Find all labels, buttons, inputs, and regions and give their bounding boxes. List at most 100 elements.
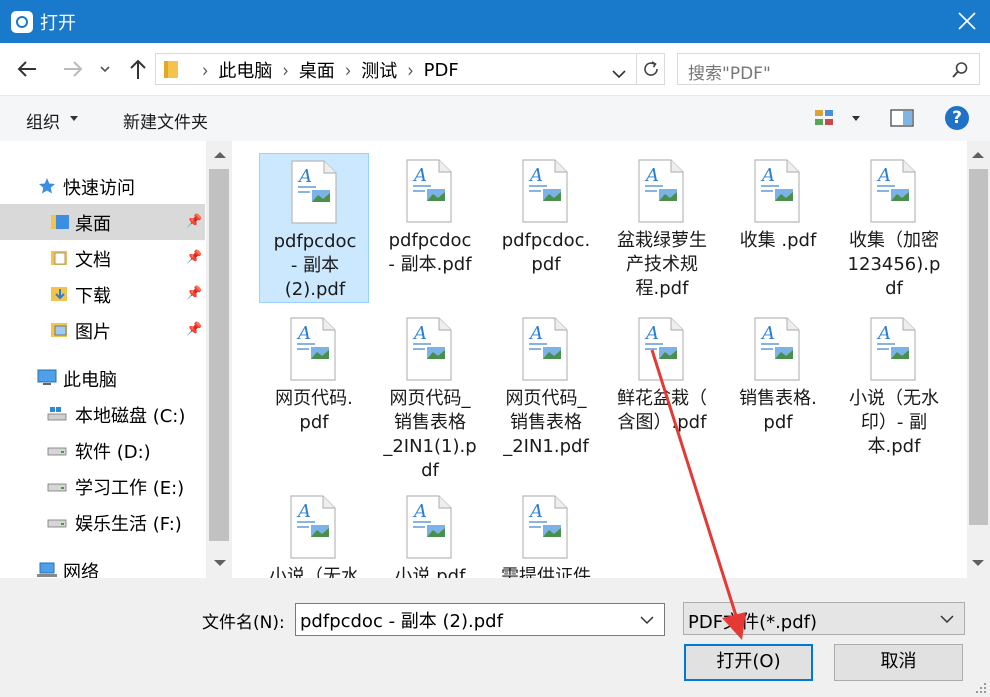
pin-icon: 📌 <box>186 214 203 229</box>
preview-pane-button[interactable] <box>890 108 914 132</box>
cancel-button[interactable]: 取消 <box>834 644 963 681</box>
scroll-up-arrow[interactable] <box>972 152 984 158</box>
svg-text:A: A <box>528 165 543 186</box>
resize-grip-icon[interactable] <box>975 682 987 694</box>
file-item[interactable]: A 网页代码_ 销售表格 _2IN1.pdf <box>491 311 601 461</box>
file-item[interactable]: A 网页代码_ 销售表格 _2IN1(1).p df <box>375 311 485 481</box>
nav-label: 网络 <box>63 562 99 578</box>
address-bar[interactable]: › 此电脑 › 桌面 › 测试 › PDF <box>155 53 665 85</box>
organize-button[interactable]: 组织 <box>26 108 60 133</box>
file-name-line: pdfpcdoc <box>273 231 357 252</box>
caret-down-icon[interactable] <box>852 116 860 121</box>
file-name-line: pdfpcdoc. <box>501 230 591 251</box>
nav-drive-d[interactable]: 软件 (D:) <box>0 432 205 468</box>
nav-label: 桌面 <box>75 214 111 235</box>
file-item[interactable]: A 小说.pdf <box>375 489 485 578</box>
breadcrumb-desktop[interactable]: 桌面 <box>299 57 335 83</box>
breadcrumb-test[interactable]: 测试 <box>361 57 397 83</box>
breadcrumb-separator: › <box>282 58 289 82</box>
filetype-value: PDF文件(*.pdf) <box>688 612 818 633</box>
file-name-line: 含图）.pdf <box>617 412 707 433</box>
view-options-icon <box>815 110 833 125</box>
file-name-line: - 副本.pdf <box>388 254 472 275</box>
scrollbar-thumb[interactable] <box>969 169 988 525</box>
pdf-file-icon: A <box>522 159 568 223</box>
breadcrumb-this-pc[interactable]: 此电脑 <box>218 57 272 83</box>
nav-desktop[interactable]: 桌面 📌 <box>0 204 205 240</box>
file-name: pdfpcdoc - 副本 (2).pdf <box>260 230 370 302</box>
recent-locations-button[interactable] <box>96 56 114 82</box>
close-button[interactable] <box>944 0 990 43</box>
file-item[interactable]: Apdfpcdoc. pdf <box>491 153 601 303</box>
chevron-down-icon[interactable] <box>640 616 654 625</box>
file-item[interactable]: A 网页代码. pdf <box>259 311 369 461</box>
nav-drive-e[interactable]: 学习工作 (E:) <box>0 468 205 504</box>
pdf-file-icon: A <box>754 317 800 381</box>
nav-drive-c[interactable]: 本地磁盘 (C:) <box>0 396 205 432</box>
file-item[interactable]: A 收集（加密 123456).p df <box>839 153 949 303</box>
computer-icon <box>37 369 57 385</box>
drive-icon <box>47 519 67 528</box>
file-name-line: _2IN1.pdf <box>503 436 589 457</box>
file-name: 网页代码. pdf <box>259 387 369 435</box>
filename-input[interactable] <box>300 607 630 632</box>
nav-quick-access[interactable]: 快速访问 <box>0 168 205 204</box>
file-name-line: 印）- 副 <box>860 412 928 433</box>
file-item[interactable]: A 需提供证件 <box>491 489 601 578</box>
nav-downloads[interactable]: 下载 📌 <box>0 276 205 312</box>
file-name-line: 网页代码. <box>275 388 353 409</box>
nav-this-pc[interactable]: 此电脑 <box>0 360 205 396</box>
help-button[interactable]: ? <box>945 106 969 130</box>
file-name: 收集（加密 123456).p df <box>839 229 949 301</box>
file-item[interactable]: Apdfpcdoc - 副本.pdf <box>375 153 485 303</box>
scroll-up-arrow[interactable] <box>214 152 226 158</box>
scroll-down-arrow[interactable] <box>972 560 984 566</box>
file-name-line: 销售表格 <box>394 412 466 433</box>
open-button[interactable]: 打开(O) <box>684 644 813 681</box>
nav-drive-f[interactable]: 娱乐生活 (F:) <box>0 504 205 540</box>
file-item[interactable]: A 小说（无水 印）- 副本.pdf <box>839 311 949 461</box>
file-item[interactable]: A 鲜花盆栽（ 含图）.pdf <box>607 311 717 461</box>
file-name-line: pdf <box>299 412 329 433</box>
scroll-down-arrow[interactable] <box>214 560 226 566</box>
file-item[interactable]: A 销售表格. pdf <box>723 311 833 461</box>
file-name: 网页代码_ 销售表格 _2IN1.pdf <box>491 387 601 459</box>
file-item[interactable]: Apdfpcdoc - 副本 (2).pdf <box>259 153 369 303</box>
filetype-select[interactable]: PDF文件(*.pdf) <box>683 602 965 635</box>
file-name-line: 产技术规 <box>626 254 698 275</box>
filename-field[interactable] <box>295 603 665 636</box>
refresh-button[interactable] <box>636 54 664 84</box>
command-bar: 组织 新建文件夹 <box>0 95 990 141</box>
pdf-file-icon: A <box>406 159 452 223</box>
chevron-down-icon <box>612 70 626 79</box>
nav-pictures[interactable]: 图片 📌 <box>0 312 205 348</box>
address-row: › 此电脑 › 桌面 › 测试 › PDF 搜索"PDF" <box>0 43 990 95</box>
new-folder-button[interactable]: 新建文件夹 <box>123 108 208 133</box>
file-item[interactable]: A 收集 .pdf <box>723 153 833 303</box>
content-scrollbar[interactable] <box>967 141 990 578</box>
nav-label: 娱乐生活 (F:) <box>75 514 182 535</box>
breadcrumb-pdf[interactable]: PDF <box>424 60 459 81</box>
change-view-button[interactable] <box>814 108 836 132</box>
svg-text:A: A <box>644 165 659 186</box>
file-name-line: df <box>421 460 439 481</box>
file-name: 销售表格. pdf <box>723 387 833 435</box>
scrollbar-thumb[interactable] <box>209 169 229 541</box>
back-button[interactable] <box>14 56 40 82</box>
file-item[interactable]: A 盆栽绿萝生 产技术规 程.pdf <box>607 153 717 303</box>
address-history-button[interactable] <box>611 64 627 83</box>
file-name-line: 需提供证件 <box>501 566 591 578</box>
nav-documents[interactable]: 文档 📌 <box>0 240 205 276</box>
nav-network[interactable]: 网络 <box>0 552 205 578</box>
search-input[interactable]: 搜索"PDF" <box>677 53 980 85</box>
file-item[interactable]: A 小说（无水 <box>259 489 369 578</box>
pdf-file-icon: A <box>638 317 684 381</box>
file-name-line: (2).pdf <box>284 279 346 300</box>
pdf-file-icon: A <box>290 317 336 381</box>
file-name: pdfpcdoc - 副本.pdf <box>375 229 485 277</box>
breadcrumb-separator: › <box>344 58 352 82</box>
forward-button[interactable] <box>60 56 86 82</box>
svg-text:A: A <box>412 323 427 344</box>
navigation-scrollbar[interactable] <box>206 141 232 578</box>
up-button[interactable] <box>125 56 151 82</box>
